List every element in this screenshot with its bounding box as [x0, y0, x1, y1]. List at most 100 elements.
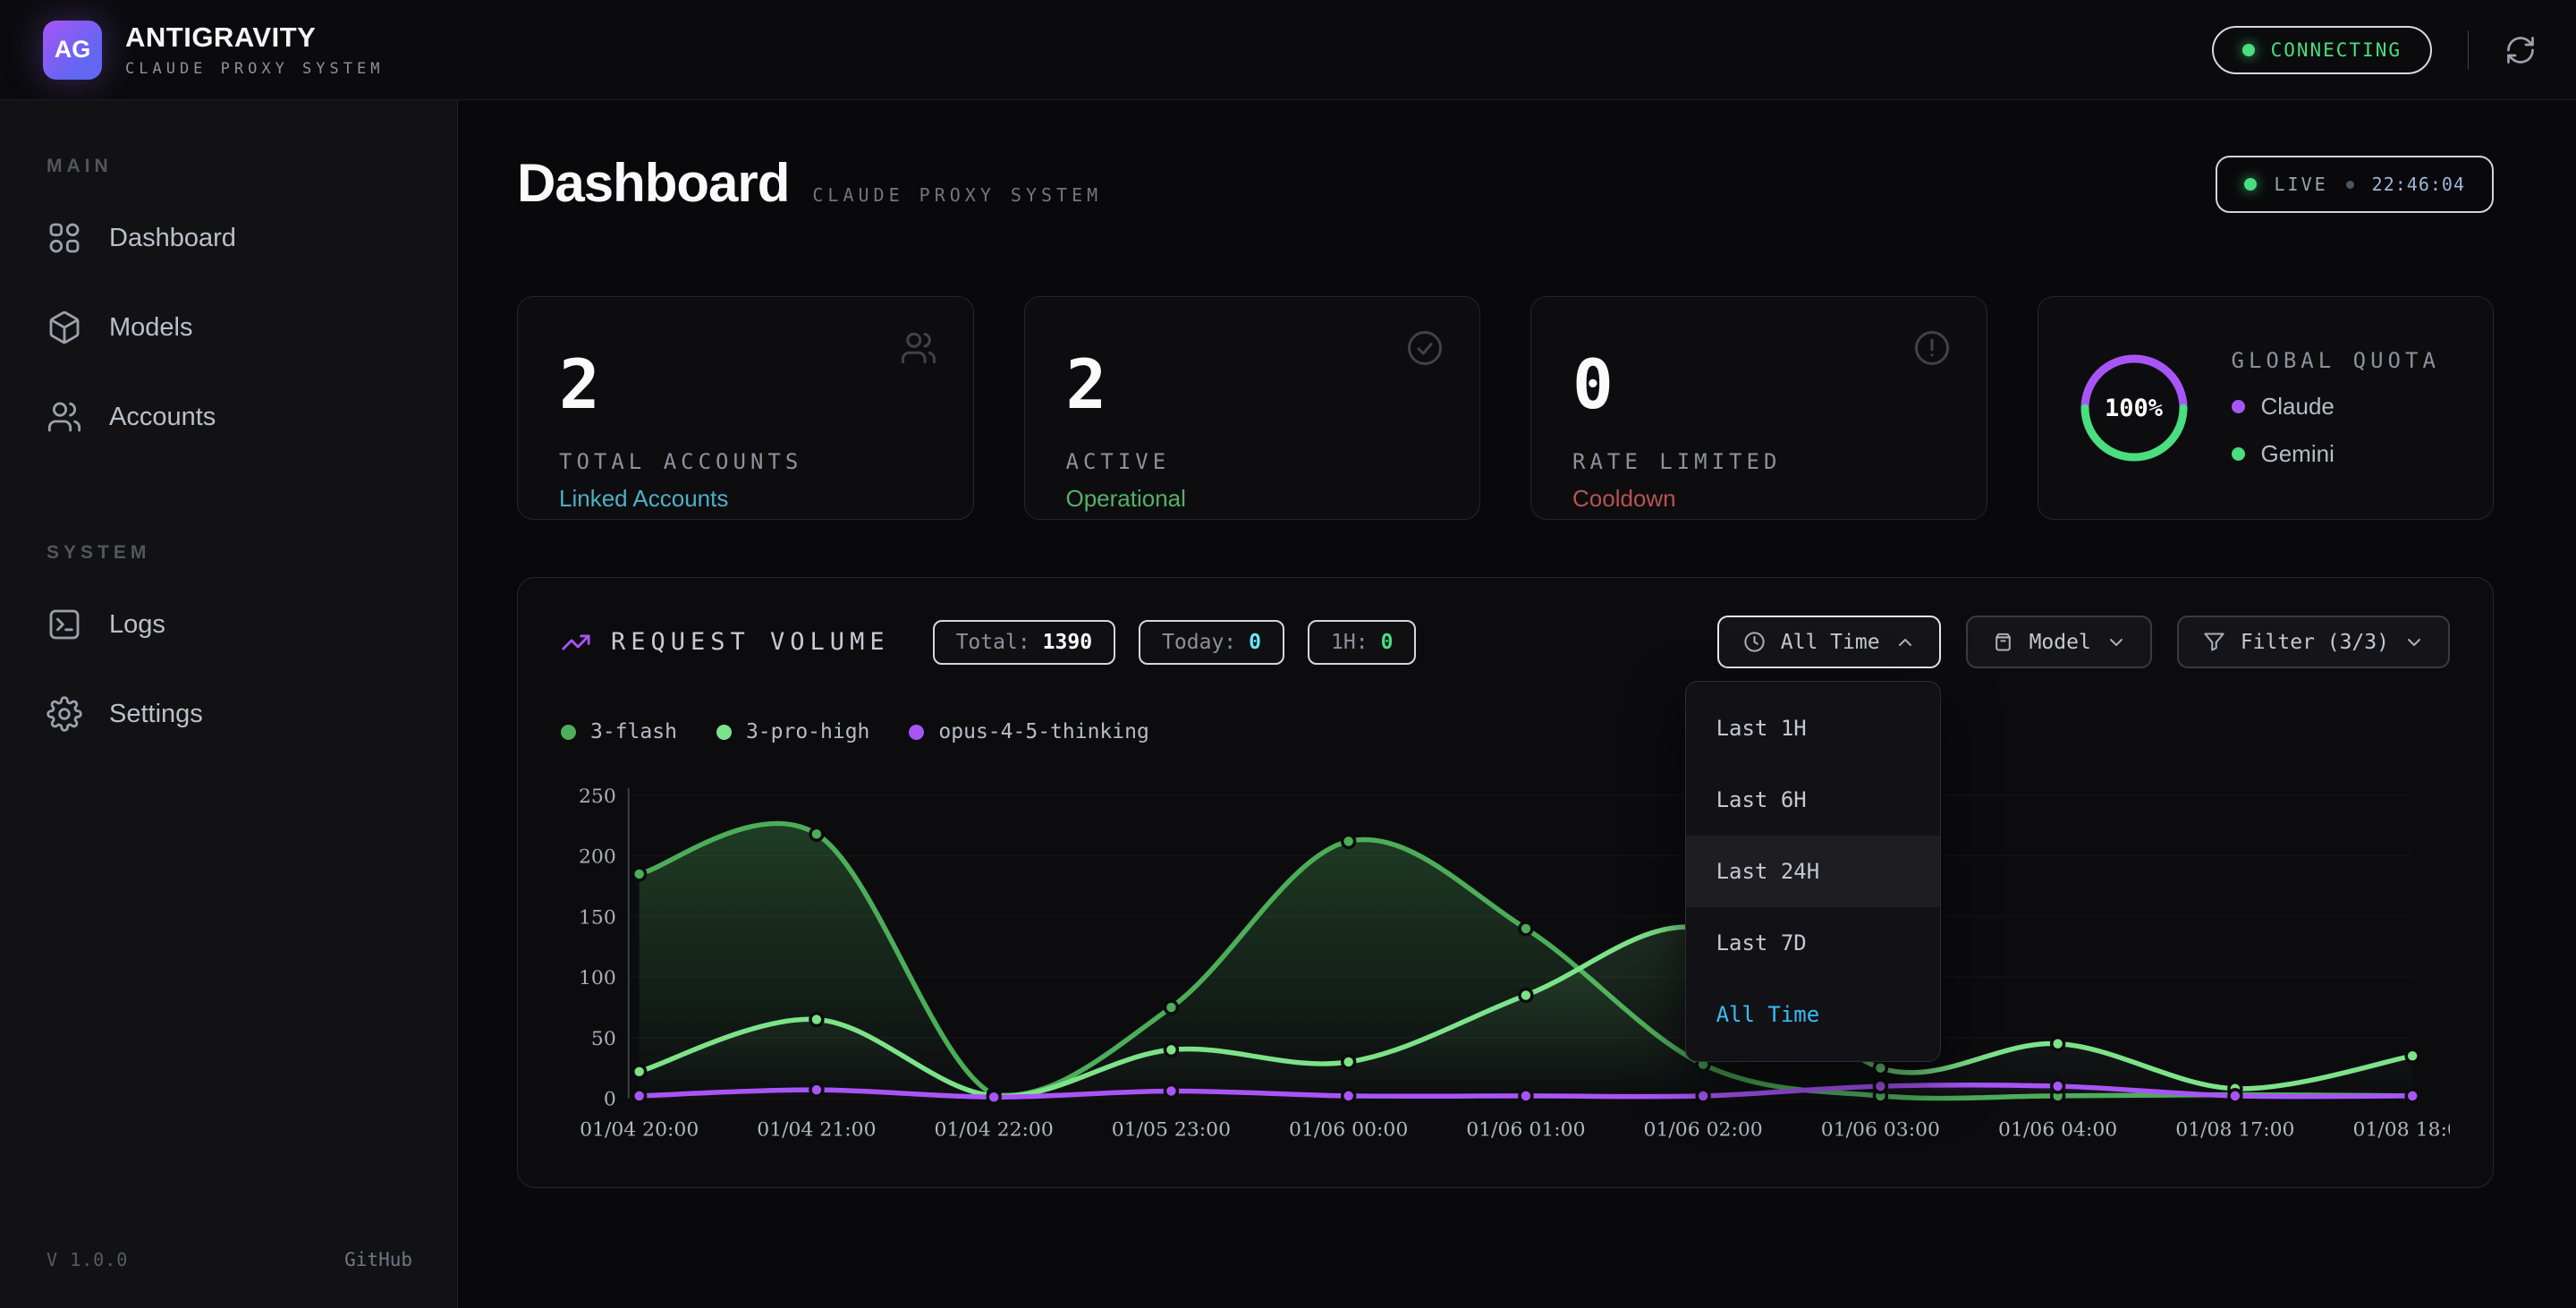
dropdown-item-last-1h[interactable]: Last 1H [1686, 692, 1940, 764]
series-dot-icon [561, 725, 576, 740]
svg-text:01/08 17:00: 01/08 17:00 [2175, 1118, 2294, 1141]
sidebar-item-models[interactable]: Models [47, 310, 412, 345]
dropdown-item-all-time[interactable]: All Time [1686, 979, 1940, 1050]
model-filter-label: Model [2029, 631, 2091, 654]
nav-gap [47, 488, 412, 542]
sidebar-item-settings[interactable]: Settings [47, 696, 412, 732]
users-icon [900, 329, 937, 367]
filter-label: Filter (3/3) [2241, 631, 2389, 654]
stat-card-rate-limited: 0 RATE LIMITED Cooldown [1530, 296, 1987, 520]
badge-1h: 1H: 0 [1308, 620, 1416, 665]
request-volume-card: REQUEST VOLUME Total: 1390 Today: 0 1H: [517, 577, 2494, 1188]
app-header: AG ANTIGRAVITY CLAUDE PROXY SYSTEM CONNE… [0, 0, 2576, 100]
svg-text:01/06 00:00: 01/06 00:00 [1289, 1118, 1408, 1141]
filter-button[interactable]: Filter (3/3) [2177, 616, 2450, 668]
svg-text:200: 200 [579, 846, 616, 869]
connection-status-badge[interactable]: CONNECTING [2212, 26, 2432, 74]
stats-grid: 2 TOTAL ACCOUNTS Linked Accounts 2 ACTIV… [517, 296, 2494, 520]
chart-badges: Total: 1390 Today: 0 1H: 0 [933, 620, 1417, 665]
sidebar-item-label: Models [109, 313, 193, 343]
chevron-up-icon [1894, 632, 1916, 653]
stat-value: 2 [1066, 351, 1439, 419]
main-content: Dashboard CLAUDE PROXY SYSTEM LIVE 22:46… [458, 100, 2576, 1308]
legend-item-3-flash: 3-flash [561, 720, 677, 743]
live-clock: 22:46:04 [2372, 174, 2465, 195]
time-range-value: All Time [1781, 631, 1880, 654]
dropdown-item-last-24h[interactable]: Last 24H [1686, 836, 1940, 907]
app-title: ANTIGRAVITY [125, 21, 384, 54]
badge-total: Total: 1390 [933, 620, 1115, 665]
nav-section-main: MAIN [47, 156, 412, 177]
page-subtitle: CLAUDE PROXY SYSTEM [812, 184, 1102, 206]
time-range-button[interactable]: All Time Last 1H Last 6H Last 24H Last 7… [1717, 616, 1941, 668]
svg-text:01/06 04:00: 01/06 04:00 [1998, 1118, 2117, 1141]
sidebar-item-accounts[interactable]: Accounts [47, 399, 412, 435]
svg-text:150: 150 [579, 906, 616, 929]
svg-text:0: 0 [604, 1089, 616, 1111]
connection-status-label: CONNECTING [2271, 39, 2402, 61]
app-subtitle: CLAUDE PROXY SYSTEM [125, 60, 384, 78]
svg-text:01/04 22:00: 01/04 22:00 [935, 1118, 1054, 1141]
github-link[interactable]: GitHub [344, 1249, 412, 1270]
sidebar-footer: V 1.0.0 GitHub [47, 1249, 412, 1270]
chart-title: REQUEST VOLUME [611, 628, 890, 656]
stat-label: TOTAL ACCOUNTS [559, 449, 932, 474]
svg-text:01/04 20:00: 01/04 20:00 [580, 1118, 699, 1141]
badge-today: Today: 0 [1139, 620, 1284, 665]
trending-up-icon [561, 627, 591, 658]
claude-dot-icon [2232, 400, 2245, 413]
cube-icon [47, 310, 82, 345]
sidebar-item-logs[interactable]: Logs [47, 607, 412, 642]
live-dot-icon [2244, 178, 2257, 191]
page-title: Dashboard [517, 152, 789, 214]
svg-text:100: 100 [579, 967, 616, 989]
funnel-icon [2202, 630, 2226, 654]
gear-icon [47, 696, 82, 732]
chart-area: 05010015020025001/04 20:0001/04 21:0001/… [561, 770, 2450, 1155]
brand: AG ANTIGRAVITY CLAUDE PROXY SYSTEM [43, 21, 384, 80]
terminal-icon [47, 607, 82, 642]
dropdown-item-last-6h[interactable]: Last 6H [1686, 764, 1940, 836]
quota-legend-label: Gemini [2261, 440, 2334, 468]
quota-legend-claude: Claude [2232, 393, 2440, 420]
sidebar: MAIN Dashboard Models Accounts SYSTEM [0, 100, 458, 1308]
dropdown-item-last-7d[interactable]: Last 7D [1686, 907, 1940, 979]
stat-label: RATE LIMITED [1572, 449, 1945, 474]
app-version: V 1.0.0 [47, 1249, 128, 1270]
sidebar-item-label: Accounts [109, 403, 216, 432]
sidebar-item-dashboard[interactable]: Dashboard [47, 220, 412, 256]
chevron-down-icon [2106, 632, 2127, 653]
svg-text:250: 250 [579, 786, 616, 808]
request-volume-chart: 05010015020025001/04 20:0001/04 21:0001/… [561, 770, 2450, 1155]
stat-sub: Cooldown [1572, 485, 1945, 513]
svg-text:01/06 02:00: 01/06 02:00 [1644, 1118, 1763, 1141]
legend-item-3-pro-high: 3-pro-high [716, 720, 869, 743]
chart-controls: All Time Last 1H Last 6H Last 24H Last 7… [1717, 616, 2450, 668]
legend-item-opus-4-5-thinking: opus-4-5-thinking [909, 720, 1148, 743]
stat-label: ACTIVE [1066, 449, 1439, 474]
model-filter-button[interactable]: Model [1966, 616, 2152, 668]
header-divider [2468, 30, 2469, 70]
check-circle-icon [1406, 329, 1444, 367]
quota-donut: 100% [2074, 348, 2194, 468]
series-dot-icon [909, 725, 924, 740]
stat-value: 2 [559, 351, 932, 419]
stat-card-global-quota: 100% GLOBAL QUOTA Claude Gemini [2038, 296, 2495, 520]
chart-legend: 3-flash 3-pro-high opus-4-5-thinking [561, 720, 2450, 743]
chevron-down-icon [2403, 632, 2425, 653]
box-icon [1991, 630, 2015, 654]
sidebar-item-label: Logs [109, 610, 165, 640]
status-dot-icon [2242, 44, 2255, 56]
stat-sub: Operational [1066, 485, 1439, 513]
quota-percent: 100% [2074, 348, 2194, 468]
svg-text:01/06 03:00: 01/06 03:00 [1821, 1118, 1940, 1141]
stat-sub: Linked Accounts [559, 485, 932, 513]
clock-icon [1742, 630, 1767, 654]
sidebar-item-label: Dashboard [109, 224, 236, 253]
svg-text:01/08 18:00: 01/08 18:00 [2353, 1118, 2450, 1141]
live-label: LIVE [2275, 174, 2328, 195]
refresh-button[interactable] [2504, 34, 2537, 66]
grid-icon [47, 220, 82, 256]
series-dot-icon [716, 725, 732, 740]
svg-text:50: 50 [591, 1028, 616, 1050]
